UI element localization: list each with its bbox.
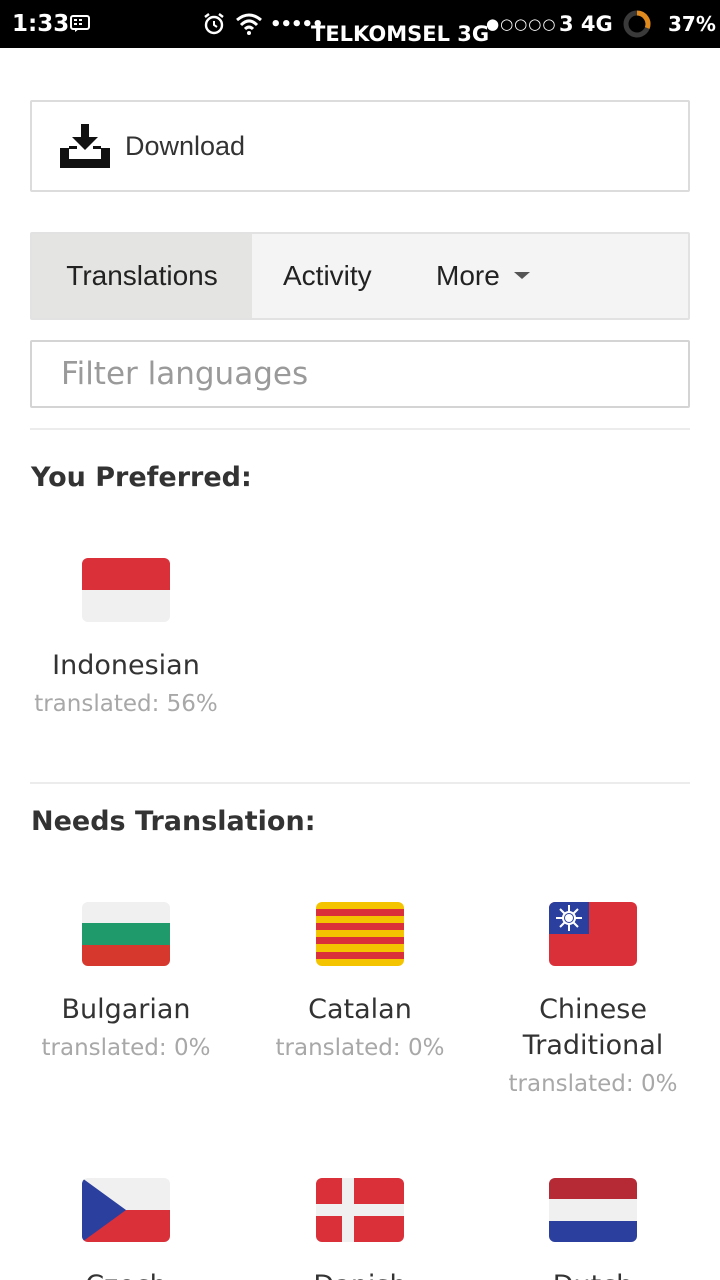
language-card-bulgarian[interactable]: Bulgarian translated: 0% [9,902,243,1066]
language-card-chinese-traditional[interactable]: Chinese Traditional translated: 0% [476,902,710,1102]
language-card-dutch[interactable]: Dutch [476,1178,710,1280]
status-label: translated: [275,1035,401,1061]
download-tray-icon [60,124,110,168]
language-card-catalan[interactable]: Catalan translated: 0% [243,902,477,1066]
czech-flag-icon [82,1178,170,1242]
tab-more[interactable]: More [436,234,530,318]
language-name: Catalan [308,994,412,1025]
tab-activity[interactable]: Activity [283,234,372,318]
status-percent: 0% [407,1035,445,1061]
language-name: Czech [9,1268,243,1280]
tab-more-label: More [436,260,500,291]
language-name: Dutch [476,1268,710,1280]
bulgaria-flag-icon [82,902,170,966]
filter-languages-input[interactable] [30,340,690,408]
carrier-2-label: 3 4G [559,12,613,36]
battery-percent: 37% [668,12,716,36]
language-name: Chinese Traditional [522,994,664,1061]
translation-status: translated: 56% [9,686,243,722]
carrier-1-text: TELKOMSEL 3G [311,22,490,46]
section-title-preferred: You Preferred: [31,462,252,493]
status-bar: 1:33 ••••• TELKOMSEL 3G ●○○○○ 3 4G 37% [0,0,720,48]
language-card-danish[interactable]: Danish [243,1178,477,1280]
taiwan-flag-icon [549,902,637,966]
alarm-icon [202,0,226,48]
divider [30,428,690,430]
bbm-icon [70,0,90,48]
catalonia-flag-icon [316,902,404,966]
status-percent: 56% [166,691,218,717]
status-percent: 0% [640,1071,678,1097]
download-label: Download [125,131,246,161]
divider [30,782,690,784]
language-name: Danish [243,1268,477,1280]
language-card-indonesian[interactable]: Indonesian translated: 56% [9,558,243,722]
signal-strength-icon: ●○○○○ [486,15,557,33]
translation-status: translated: 0% [243,1030,477,1066]
status-label: translated: [508,1071,634,1097]
caret-down-icon [513,272,530,280]
indonesia-flag-icon [82,558,170,622]
tab-translations[interactable]: Translations [32,234,252,318]
translation-status: translated: 0% [476,1066,710,1102]
denmark-flag-icon [316,1178,404,1242]
carrier-1-label: TELKOMSEL 3G [311,0,489,48]
status-label: translated: [34,691,160,717]
language-name: Indonesian [52,650,200,681]
status-label: translated: [41,1035,167,1061]
tab-bar: Translations Activity More [30,232,690,320]
wifi-icon [235,0,263,48]
language-card-czech[interactable]: Czech [9,1178,243,1280]
section-title-needs-translation: Needs Translation: [31,806,316,837]
netherlands-flag-icon [549,1178,637,1242]
status-time: 1:33 [12,11,70,37]
download-button[interactable]: Download [30,100,690,192]
status-percent: 0% [173,1035,211,1061]
language-name: Bulgarian [61,994,191,1025]
translation-status: translated: 0% [9,1030,243,1066]
battery-ring-icon [622,0,652,48]
